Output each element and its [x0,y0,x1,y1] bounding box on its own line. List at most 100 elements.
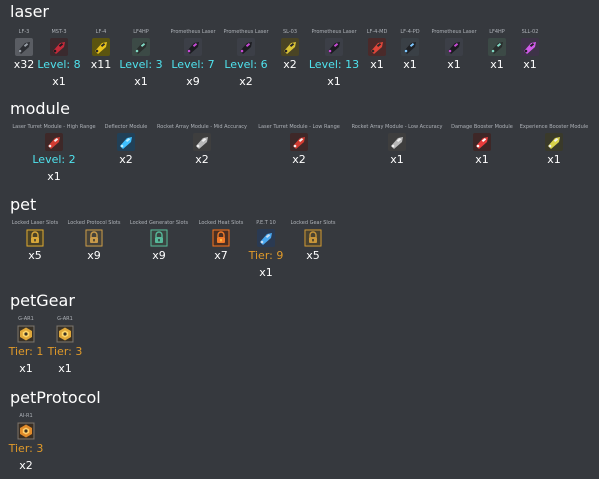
laser-item[interactable]: Prometheus Laser Level: 7 x9 [167,29,219,88]
locked-protocol-slot-icon[interactable] [85,229,103,247]
item-value: Level: 2 [32,153,76,166]
item-value: x1 [475,153,489,166]
item-value: x1 [390,153,404,166]
item-count: x1 [327,75,341,88]
module-item[interactable]: Damage Booster Module x1 [451,124,513,166]
pet-gear-gar1-icon[interactable] [56,325,74,343]
item-name: LF-4-PD [400,29,420,35]
item-count: x1 [134,75,148,88]
item-count: x9 [186,75,200,88]
item-value: Tier: 3 [47,345,83,358]
item-value: x1 [403,58,417,71]
item-name: Rocket Array Module - Mid Accuracy [157,124,247,130]
module-item[interactable]: Rocket Array Module - Low Accuracy x1 [352,124,443,166]
pet-item[interactable]: Locked Laser Slots x5 [9,220,61,262]
item-name: Locked Gear Slots [290,220,336,226]
pet-item[interactable]: Locked Protocol Slots x9 [67,220,121,262]
item-value: Level: 6 [224,58,268,71]
locked-generator-slot-icon[interactable] [150,229,168,247]
module-item[interactable]: Deflector Module x2 [100,124,152,166]
item-value: x11 [90,58,112,71]
item-name: Locked Protocol Slots [67,220,121,226]
item-name: LF-3 [18,29,30,35]
module-item[interactable]: Laser Turret Module - Low Range x2 [258,124,340,166]
item-value: Level: 7 [171,58,215,71]
prometheus-laser-icon[interactable] [445,38,463,56]
section-title-petprotocol: petProtocol [10,388,101,407]
petProtocol-item[interactable]: AI-R1 Tier: 3 x2 [0,413,52,472]
item-name: Prometheus Laser [431,29,477,35]
module-item[interactable]: Experience Booster Module x1 [520,124,589,166]
locked-heat-slot-icon[interactable] [212,229,230,247]
pet-item[interactable]: P.E.T 10 Tier: 9 x1 [240,220,292,279]
section-title-petgear: petGear [10,291,75,310]
item-name: Deflector Module [104,124,148,130]
item-value: x5 [28,249,42,262]
petGear-item[interactable]: G-AR1 Tier: 3 x1 [39,316,91,375]
item-value: x1 [490,58,504,71]
rocket-array-module-icon[interactable] [193,133,211,151]
laser-mst3-icon[interactable] [50,38,68,56]
pet-protocol-air1-icon[interactable] [17,422,35,440]
item-value: x5 [306,249,320,262]
item-value: Tier: 9 [248,249,284,262]
item-name: AI-R1 [19,413,33,419]
item-name: Locked Laser Slots [11,220,59,226]
laser-turret-module-icon[interactable] [45,133,63,151]
laser-lf3-icon[interactable] [15,38,33,56]
damage-booster-module-icon[interactable] [473,133,491,151]
pet-item[interactable]: Locked Gear Slots x5 [287,220,339,262]
pet10-icon[interactable] [257,229,275,247]
item-value: x1 [370,58,384,71]
item-count: x1 [58,362,72,375]
item-value: x2 [119,153,133,166]
pet-item[interactable]: Locked Generator Slots x9 [129,220,189,262]
prometheus-laser-icon[interactable] [325,38,343,56]
item-name: Prometheus Laser [223,29,269,35]
locked-laser-slot-icon[interactable] [26,229,44,247]
item-value: x32 [13,58,35,71]
item-name: MST-3 [51,29,67,35]
item-name: G-AR1 [18,316,34,322]
item-name: Damage Booster Module [451,124,513,130]
laser-sl03-icon[interactable] [281,38,299,56]
laser-lf4-icon[interactable] [92,38,110,56]
rocket-array-module-icon[interactable] [388,133,406,151]
item-value: x9 [152,249,166,262]
item-value: x7 [214,249,228,262]
locked-gear-slot-icon[interactable] [304,229,322,247]
deflector-module-icon[interactable] [117,133,135,151]
item-name: Prometheus Laser [170,29,216,35]
item-value: x1 [523,58,537,71]
module-item[interactable]: Laser Turret Module - High Range Level: … [12,124,95,183]
item-value: x1 [447,58,461,71]
pet-gear-gar1-icon[interactable] [17,325,35,343]
experience-booster-module-icon[interactable] [545,133,563,151]
item-name: SL-03 [282,29,298,35]
laser-item[interactable]: LF4HP Level: 3 x1 [115,29,167,88]
item-name: LF-4 [95,29,107,35]
section-title-pet: pet [10,195,37,214]
item-name: Experience Booster Module [519,124,589,130]
laser-sll02-icon[interactable] [521,38,539,56]
item-value: x9 [87,249,101,262]
item-name: Locked Generator Slots [129,220,189,226]
laser-lf4pd-icon[interactable] [401,38,419,56]
module-item[interactable]: Rocket Array Module - Mid Accuracy x2 [157,124,247,166]
item-name: LF4HP [489,29,505,35]
item-value: Level: 3 [119,58,163,71]
prometheus-laser-icon[interactable] [237,38,255,56]
prometheus-laser-icon[interactable] [184,38,202,56]
item-name: G-AR1 [57,316,73,322]
item-name: LF4HP [133,29,149,35]
item-name: Laser Turret Module - Low Range [258,124,340,130]
laser-item[interactable]: SLL-02 x1 [504,29,556,71]
section-title-laser: laser [10,2,50,21]
item-value: x2 [283,58,297,71]
item-count: x1 [47,170,61,183]
item-value: x1 [547,153,561,166]
item-value: Tier: 3 [8,442,44,455]
item-name: Locked Heat Slots [198,220,244,226]
laser-turret-module-icon[interactable] [290,133,308,151]
laser-lf4hp-icon[interactable] [132,38,150,56]
